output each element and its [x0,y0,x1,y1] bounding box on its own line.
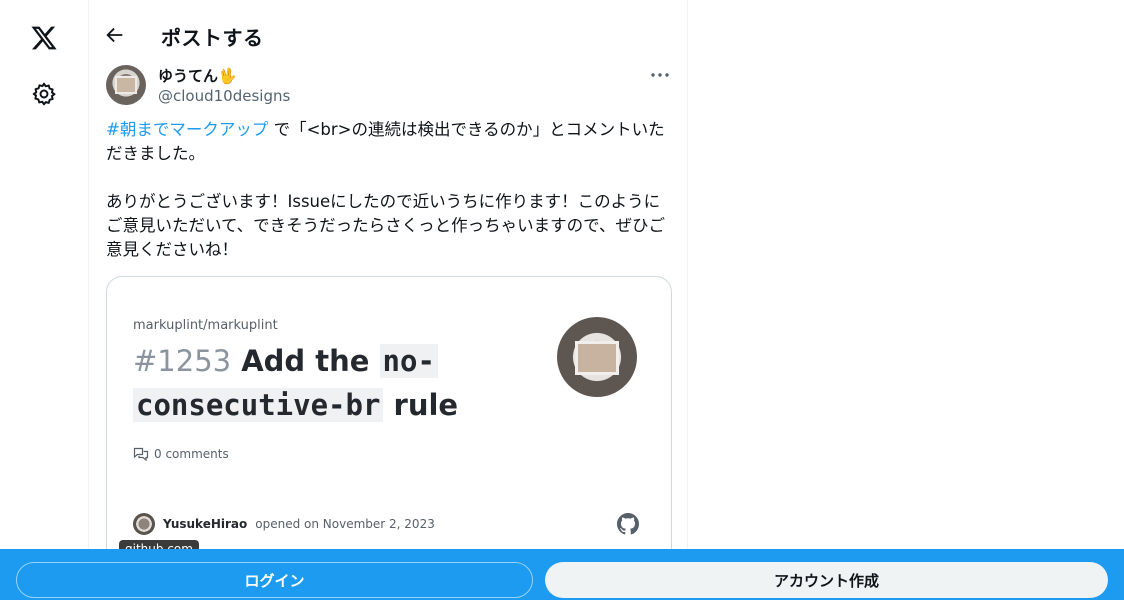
card-footer: YusukeHirao opened on November 2, 2023 [133,513,435,535]
display-name[interactable]: ゆうてん🖖 [158,65,237,86]
main-column: ポストする ゆうてん🖖 @cloud10designs #朝までマークアップ で… [88,0,688,600]
arrow-left-icon[interactable] [104,24,126,46]
card-repo: markuplint/markuplint [133,318,278,333]
header-bar: ポストする [89,0,689,53]
more-horizontal-icon[interactable] [649,66,671,84]
avatar[interactable] [106,65,146,105]
page-title: ポストする [161,26,264,50]
title-code-a: no- [379,344,438,378]
author-avatar [133,513,155,535]
post-text: #朝までマークアップ で「<br>の連続は検出できるのか」とコメントいただきまし… [106,118,676,262]
x-logo-icon[interactable] [29,24,59,52]
comments-count: 0 comments [133,447,229,461]
user-handle[interactable]: @cloud10designs [158,87,290,105]
left-nav [0,0,88,600]
title-prefix: Add the [231,344,380,378]
link-card[interactable]: markuplint/markuplint #1253 Add the no-c… [106,276,672,566]
github-icon [617,513,639,535]
title-code-b: consecutive-br [133,388,384,422]
comments-text: 0 comments [154,447,229,461]
hashtag-link[interactable]: #朝までマークアップ [106,120,268,139]
card-title: #1253 Add the no-consecutive-br rule [133,339,543,427]
gear-icon[interactable] [31,81,57,107]
login-button[interactable]: ログイン [16,562,533,598]
signup-button[interactable]: アカウント作成 [545,562,1108,598]
author-name: YusukeHirao [163,517,248,531]
issue-number: #1253 [133,344,232,378]
card-avatar [557,317,637,397]
opened-text: opened on November 2, 2023 [255,517,435,531]
title-suffix: rule [383,388,459,422]
bottom-bar: ログイン アカウント作成 [0,549,1124,600]
comment-icon [133,447,149,461]
post-body: で「<br>の連続は検出できるのか」とコメントいただきました。 ありがとうござい… [106,120,666,259]
